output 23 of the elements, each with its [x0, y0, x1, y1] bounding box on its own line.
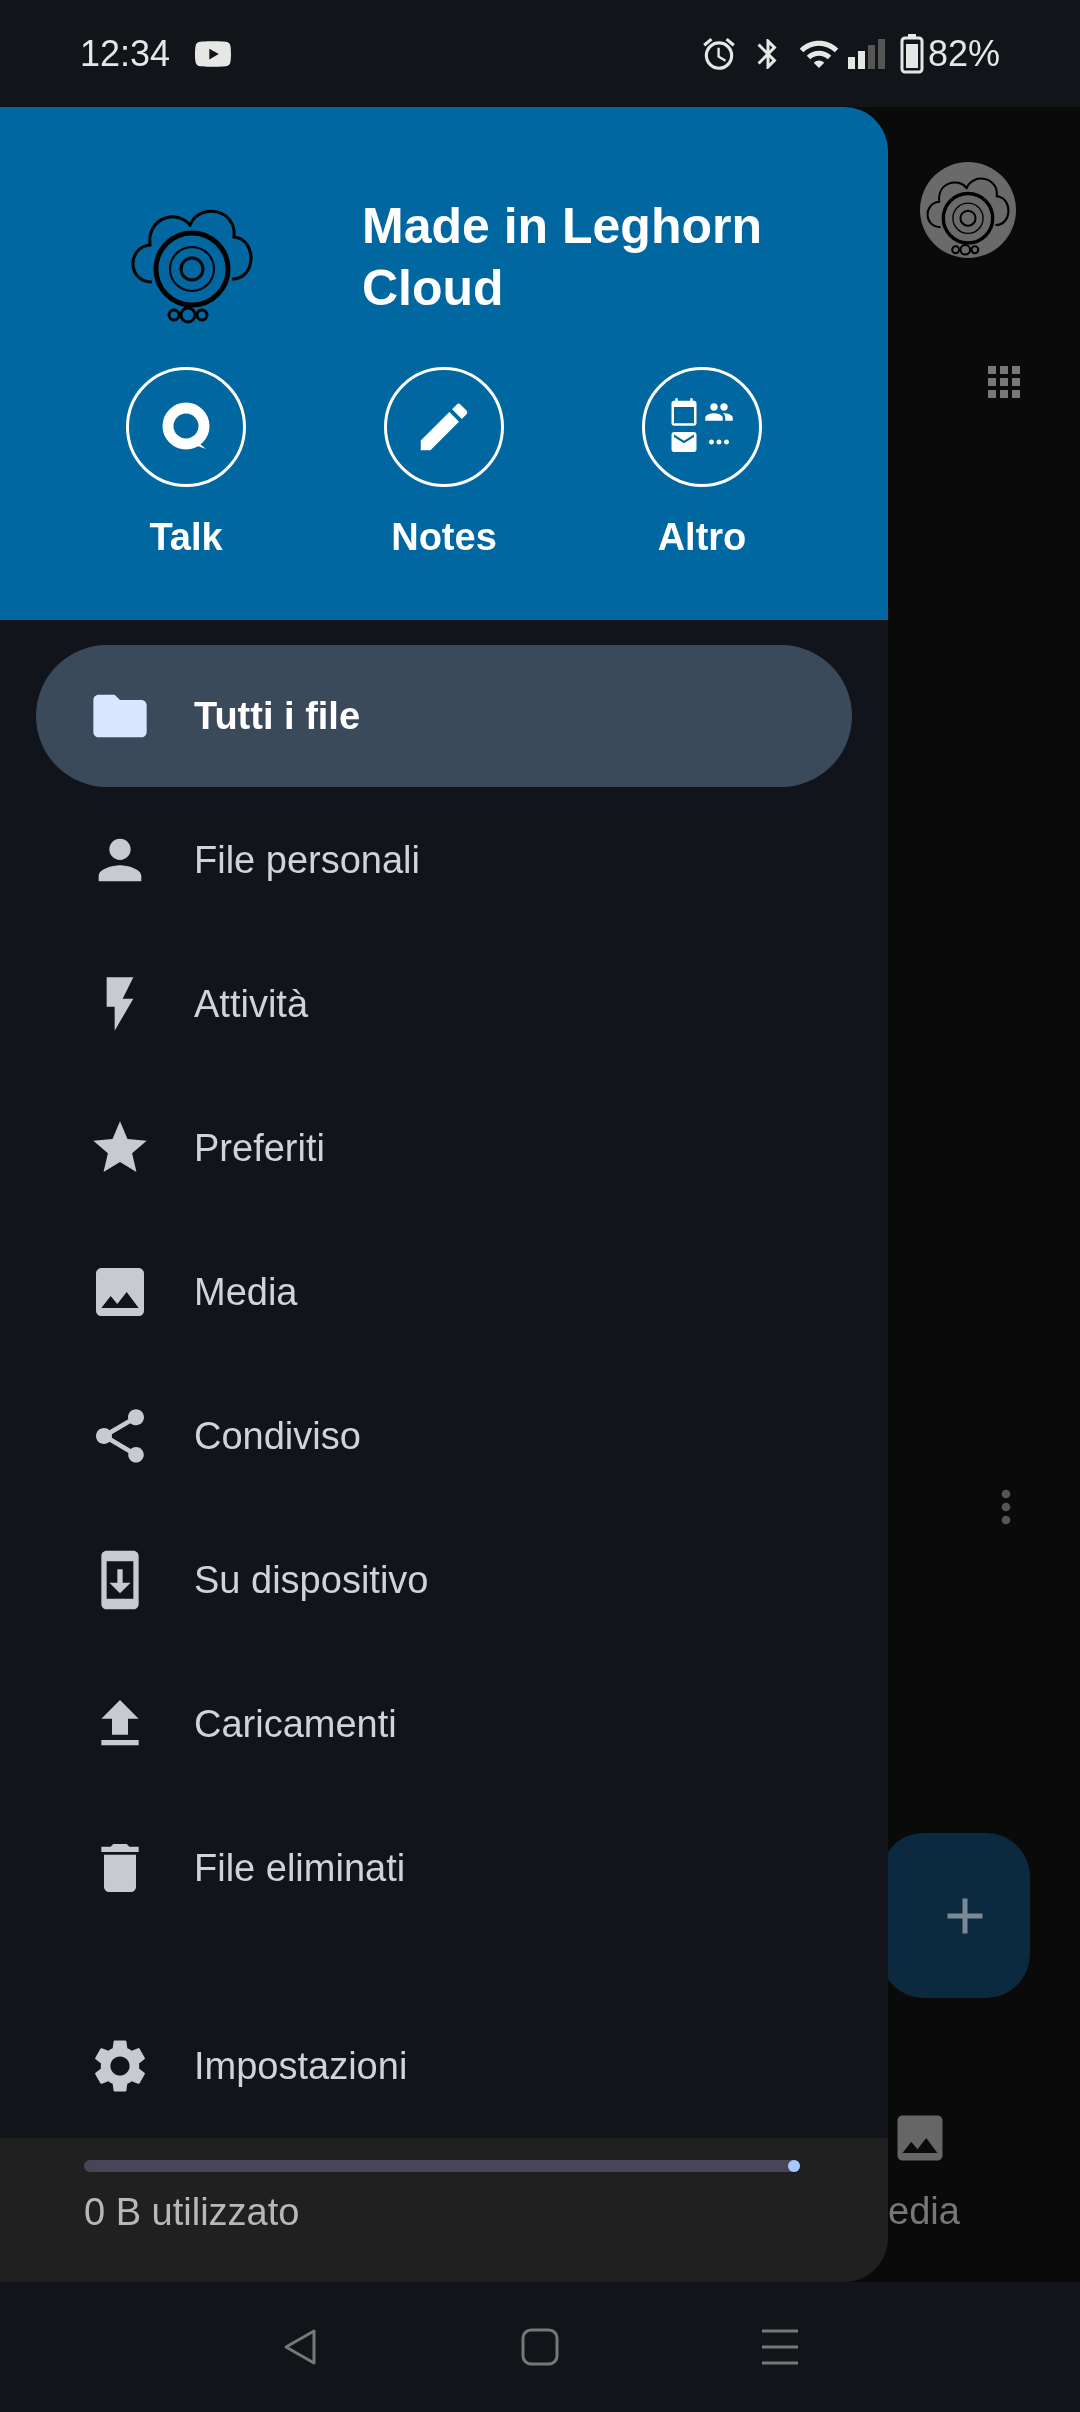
menu-item[interactable]: Preferiti — [36, 1077, 852, 1219]
battery-icon — [899, 33, 924, 74]
settings-item[interactable]: Impostazioni — [36, 1994, 852, 2138]
app-shortcut[interactable]: Talk — [106, 367, 266, 566]
app-shortcut[interactable]: Notes — [364, 367, 524, 566]
menu-icon[interactable] — [759, 2328, 800, 2366]
storage-label: 0 B utilizzato — [84, 2190, 301, 2235]
stop-indicator — [788, 2160, 800, 2172]
menu-item[interactable]: Caricamenti — [36, 1653, 852, 1795]
clock: 12:34 — [80, 31, 171, 76]
menu-item[interactable]: Tutti i file — [36, 645, 852, 787]
menu-item[interactable]: Media — [36, 1221, 852, 1363]
home-icon[interactable] — [521, 2328, 559, 2366]
signal-icon — [847, 38, 888, 69]
menu-item[interactable]: File eliminati — [36, 1797, 852, 1939]
battery-level: 82% — [927, 31, 1000, 76]
drawer-title: Made in Leghorn Cloud — [362, 197, 763, 318]
menu-item[interactable]: Condiviso — [36, 1365, 852, 1507]
menu-item[interactable]: Attività — [36, 933, 852, 1075]
tab-label[interactable]: edia — [888, 2183, 1080, 2240]
menu-item[interactable]: Su dispositivo — [36, 1509, 852, 1651]
app-shortcut[interactable]: Altro — [622, 367, 782, 566]
menu-item[interactable]: File personali — [36, 789, 852, 931]
